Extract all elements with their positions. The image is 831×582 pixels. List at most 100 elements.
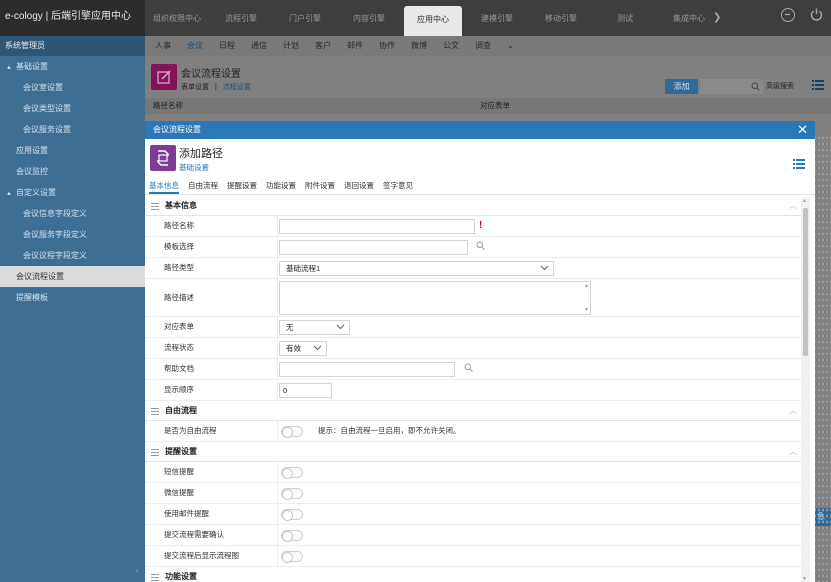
column-path-name[interactable]: 路径名称 xyxy=(145,98,480,114)
sidebar-group-custom[interactable]: ▲ 自定义设置 xyxy=(0,182,145,203)
subnav-item-mail[interactable]: 邮件 xyxy=(347,36,363,56)
field-label: 显示顺序 xyxy=(145,380,278,400)
search-icon[interactable] xyxy=(464,363,473,372)
subnav-more-icon[interactable]: ⌄ xyxy=(507,36,514,56)
topnav-item-content[interactable]: 内容引擎 xyxy=(337,0,401,36)
power-icon[interactable] xyxy=(809,7,824,24)
list-menu-icon[interactable] xyxy=(812,80,824,92)
list-icon xyxy=(151,574,159,581)
section-basic-info[interactable]: 基本信息 ︿ xyxy=(145,196,803,216)
subnav-item-plan[interactable]: 计划 xyxy=(283,36,299,56)
field-label: 使用邮件提醒 xyxy=(145,504,278,524)
section-function[interactable]: 功能设置 xyxy=(145,567,803,582)
app-title: e-cology | 后端引擎应用中心 xyxy=(0,0,145,36)
topnav-item-portal[interactable]: 门户引擎 xyxy=(273,0,337,36)
scrollbar-thumb[interactable] xyxy=(803,208,808,356)
scroll-up-icon[interactable]: ▲ xyxy=(802,198,807,204)
subnav-item-survey[interactable]: 调查 xyxy=(475,36,491,56)
sidebar-group-basic[interactable]: ▲ 基础设置 xyxy=(0,56,145,77)
add-button[interactable]: 添加 xyxy=(665,79,698,94)
subnav-item-document[interactable]: 公文 xyxy=(443,36,459,56)
sidebar-collapse-icon[interactable]: ‹ xyxy=(136,568,138,575)
wechat-remind-toggle[interactable] xyxy=(281,488,303,500)
tab-basic-info[interactable]: 基本信息 xyxy=(149,179,179,194)
topnav-more-arrow-icon[interactable]: ❯ xyxy=(713,0,721,36)
subnav-item-meeting[interactable]: 会议 xyxy=(187,36,203,56)
collapse-icon[interactable]: ︿ xyxy=(789,442,797,462)
email-remind-toggle[interactable] xyxy=(281,509,303,521)
dialog-subtitle[interactable]: 基础设置 xyxy=(179,162,209,173)
subnav-item-comm[interactable]: 通信 xyxy=(251,36,267,56)
subnav-item-weibo[interactable]: 微博 xyxy=(411,36,427,56)
template-input[interactable] xyxy=(279,240,468,255)
tab-attachment[interactable]: 附件设置 xyxy=(305,179,335,194)
path-type-select[interactable]: 基础流程1 xyxy=(279,261,554,276)
scroll-up-icon[interactable]: ▲ xyxy=(584,283,589,289)
tab-reminder[interactable]: 提醒设置 xyxy=(227,179,257,194)
dialog-title: 添加路径 xyxy=(179,148,223,160)
section-reminder[interactable]: 提醒设置 ︿ xyxy=(145,442,803,462)
sidebar-item-workflow-settings[interactable]: 会议流程设置 xyxy=(0,266,145,287)
scroll-down-icon[interactable]: ▼ xyxy=(802,576,807,582)
sidebar-item-meeting-room[interactable]: 会议室设置 xyxy=(0,77,145,98)
search-icon[interactable] xyxy=(476,241,485,250)
free-flow-toggle[interactable] xyxy=(281,426,303,438)
row-path-desc: 路径描述 ▲ ▼ xyxy=(145,279,803,317)
topnav-item-workflow[interactable]: 流程引擎 xyxy=(209,0,273,36)
collapse-icon[interactable]: ︿ xyxy=(789,401,797,421)
status-select[interactable]: 有效 xyxy=(279,341,327,356)
collapse-icon[interactable]: ︿ xyxy=(789,196,797,216)
subnav-item-collab[interactable]: 协作 xyxy=(379,36,395,56)
sidebar-item-info-fields[interactable]: 会议信息字段定义 xyxy=(0,203,145,224)
list-menu-icon[interactable] xyxy=(793,159,805,171)
sidebar-item-monitor[interactable]: 会议监控 xyxy=(0,161,145,182)
field-label: 模板选择 xyxy=(145,237,278,257)
search-input[interactable] xyxy=(700,79,763,94)
topnav-item-mobile[interactable]: 移动引擎 xyxy=(529,0,593,36)
show-flowchart-toggle[interactable] xyxy=(281,551,303,563)
section-free-flow[interactable]: 自由流程 ︿ xyxy=(145,401,803,421)
topnav-item-modeling[interactable]: 建模引擎 xyxy=(465,0,529,36)
tab-function[interactable]: 功能设置 xyxy=(266,179,296,194)
tab-return[interactable]: 退回设置 xyxy=(344,179,374,194)
submit-confirm-toggle[interactable] xyxy=(281,530,303,542)
sidebar-item-app-settings[interactable]: 应用设置 xyxy=(0,140,145,161)
path-name-input[interactable] xyxy=(279,219,475,234)
display-order-input[interactable]: 0 xyxy=(279,383,332,398)
topnav-item-org[interactable]: 组织权限中心 xyxy=(145,0,209,36)
subnav-item-schedule[interactable]: 日程 xyxy=(219,36,235,56)
close-icon[interactable]: ✕ xyxy=(797,121,808,139)
row-display-order: 显示顺序 0 xyxy=(145,380,803,401)
field-label: 提交流程需要确认 xyxy=(145,525,278,545)
row-status: 流程状态 有效 xyxy=(145,338,803,359)
form-select[interactable]: 无 xyxy=(279,320,350,335)
search-icon[interactable] xyxy=(751,82,760,91)
path-desc-textarea[interactable]: ▲ ▼ xyxy=(279,281,591,315)
sms-remind-toggle[interactable] xyxy=(281,467,303,479)
sidebar-item-meeting-service[interactable]: 会议服务设置 xyxy=(0,119,145,140)
sidebar-item-service-fields[interactable]: 会议服务字段定义 xyxy=(0,224,145,245)
column-form[interactable]: 对应表单 xyxy=(480,98,510,114)
sidebar-item-agenda-fields[interactable]: 会议议程字段定义 xyxy=(0,245,145,266)
sidebar-item-reminder-templates[interactable]: 提醒模板 xyxy=(0,287,145,308)
breadcrumb-parent[interactable]: 表单设置 xyxy=(181,84,209,91)
sidebar-item-label: 自定义设置 xyxy=(16,188,56,197)
subnav-item-hr[interactable]: 人事 xyxy=(155,36,171,56)
dialog-scrollbar[interactable]: ▲ ▼ xyxy=(801,198,810,582)
tab-free-flow[interactable]: 自由流程 xyxy=(188,179,218,194)
user-circle-icon[interactable] xyxy=(781,8,795,22)
scroll-down-icon[interactable]: ▼ xyxy=(584,307,589,313)
resize-handle[interactable] xyxy=(815,135,831,582)
topnav-item-app-center[interactable]: 应用中心 xyxy=(404,6,462,36)
tab-signature[interactable]: 签字意见 xyxy=(383,179,413,194)
field-label: 路径类型 xyxy=(145,258,278,278)
topnav-item-test[interactable]: 测试 xyxy=(593,0,657,36)
row-email-remind: 使用邮件提醒 xyxy=(145,504,803,525)
subnav-item-customer[interactable]: 客户 xyxy=(315,36,331,56)
help-doc-input[interactable] xyxy=(279,362,455,377)
list-icon xyxy=(151,449,159,456)
breadcrumb-current[interactable]: 流程设置 xyxy=(223,84,251,91)
advanced-search-link[interactable]: 高级搜索 xyxy=(766,81,794,91)
topnav-item-integration[interactable]: 集成中心 xyxy=(657,0,721,36)
sidebar-item-meeting-type[interactable]: 会议类型设置 xyxy=(0,98,145,119)
